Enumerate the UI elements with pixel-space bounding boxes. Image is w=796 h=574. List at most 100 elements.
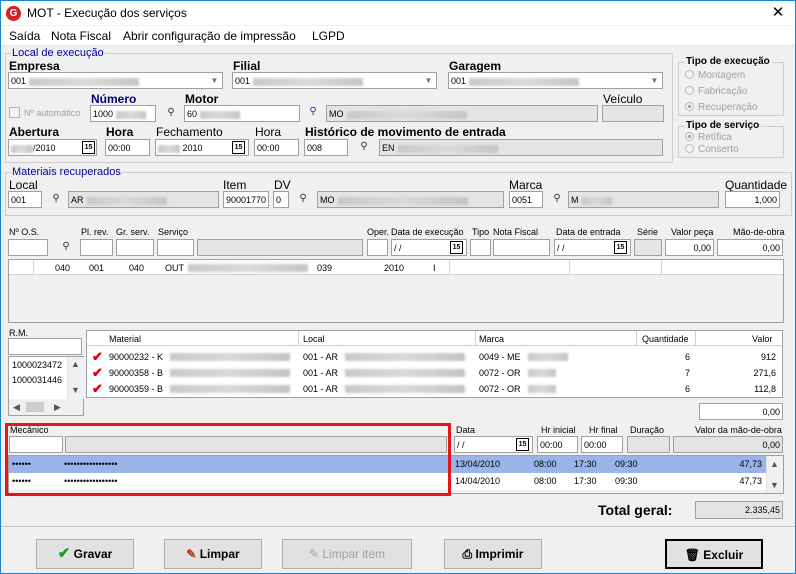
radio-conserto-label: Conserto: [698, 144, 739, 155]
nota-fiscal-input[interactable]: [493, 239, 550, 256]
hr-inicial-input[interactable]: 00:00: [537, 436, 578, 453]
scroll-up-icon[interactable]: ▲: [770, 459, 779, 469]
hora-abertura-input[interactable]: 00:00: [105, 139, 150, 156]
scroll-right-icon[interactable]: ▶: [54, 402, 61, 413]
marca-cell: 0049 - ME: [479, 352, 521, 362]
motor-input[interactable]: 60: [184, 105, 300, 122]
chevron-down-icon[interactable]: ▼: [208, 74, 221, 87]
limpar-item-button[interactable]: ✎ Limpar item: [282, 539, 412, 569]
dv-input[interactable]: 0: [273, 191, 289, 208]
gr-serv-input[interactable]: [116, 239, 154, 256]
duracao-input: [627, 436, 670, 453]
menu-abrir-config-impressao[interactable]: Abrir configuração de impressão: [123, 29, 296, 43]
filial-select[interactable]: 001 ▼: [232, 72, 437, 89]
hora-fechamento-label: Hora: [255, 125, 282, 139]
rm-input[interactable]: [8, 338, 82, 355]
menu-saida[interactable]: Saída: [9, 29, 40, 43]
calendar-icon[interactable]: 15: [516, 438, 529, 451]
gravar-label: Gravar: [73, 547, 113, 561]
binoculars-icon[interactable]: ⚲: [306, 106, 320, 118]
scroll-thumb[interactable]: [26, 402, 44, 412]
chevron-down-icon[interactable]: ▼: [422, 74, 435, 87]
historico-input[interactable]: 008: [304, 139, 348, 156]
gravar-button[interactable]: ✔ Gravar: [36, 539, 134, 569]
materials-table[interactable]: Material Local Marca Quantidade Valor ✔ …: [86, 330, 783, 398]
vertical-scrollbar[interactable]: ▲ ▼: [766, 456, 783, 493]
numero-automatico-checkbox[interactable]: [9, 107, 20, 118]
radio-montagem[interactable]: Montagem: [685, 70, 745, 81]
menu-lgpd[interactable]: LGPD: [312, 29, 345, 43]
marca-input[interactable]: 0051: [509, 191, 543, 208]
checkmark-icon[interactable]: ✔: [92, 382, 103, 395]
radio-recuperacao[interactable]: Recuperação: [685, 102, 757, 113]
scroll-down-icon[interactable]: ▼: [71, 385, 80, 395]
binoculars-icon[interactable]: ⚲: [550, 193, 564, 205]
scroll-left-icon[interactable]: ◀: [13, 402, 20, 413]
oper-input[interactable]: [367, 239, 388, 256]
table-row[interactable]: ✔ 90000359 - B 001 - AR 0072 - OR 6 112,…: [87, 382, 782, 398]
calendar-icon[interactable]: 15: [450, 241, 463, 254]
rm-list[interactable]: 1000023472 1000031446 ▲ ▼ ◀ ▶: [8, 356, 84, 416]
scroll-down-icon[interactable]: ▼: [770, 480, 779, 490]
valor-cell: 112,8: [754, 384, 776, 394]
local-input[interactable]: 001: [8, 191, 42, 208]
list-item[interactable]: 1000023472: [12, 360, 62, 370]
excluir-button[interactable]: 🗑 Excluir: [665, 539, 763, 569]
calendar-icon[interactable]: 15: [232, 141, 245, 154]
hr-final-input[interactable]: 00:00: [581, 436, 623, 453]
item-input[interactable]: 90001770: [223, 191, 269, 208]
imprimir-button[interactable]: ⎙ Imprimir: [444, 539, 542, 569]
data-entrada-header: Data de entrada: [556, 227, 621, 237]
window-title: MOT - Execução dos serviços: [27, 6, 187, 20]
excluir-label: Excluir: [703, 548, 744, 562]
pl-rev-input[interactable]: [80, 239, 113, 256]
horizontal-scrollbar[interactable]: ◀ ▶: [9, 399, 83, 415]
menu-nota-fiscal[interactable]: Nota Fiscal: [51, 29, 111, 43]
servico-grid[interactable]: 040 001 040 OUT 039 2010 I: [8, 259, 784, 323]
valor-header: Valor: [752, 334, 773, 344]
binoculars-icon[interactable]: ⚲: [164, 107, 178, 119]
table-row[interactable]: 040 001 040 OUT 039 2010 I: [9, 260, 783, 275]
checkmark-icon[interactable]: ✔: [92, 366, 103, 379]
column-divider: [449, 260, 450, 275]
table-row[interactable]: ✔ 90000358 - B 001 - AR 0072 - OR 7 271,…: [87, 366, 782, 382]
binoculars-icon[interactable]: ⚲: [49, 193, 63, 205]
close-icon[interactable]: ✕: [761, 1, 795, 25]
empresa-value: 001: [11, 76, 27, 86]
limpar-button[interactable]: ✎ Limpar: [164, 539, 262, 569]
radio-fabricacao[interactable]: Fabricação: [685, 86, 747, 97]
column-divider: [298, 331, 299, 346]
valor-peca-input[interactable]: 0,00: [665, 239, 714, 256]
veiculo-label: Veículo: [603, 92, 643, 106]
duracao-header: Duração: [630, 425, 665, 435]
imprimir-label: Imprimir: [475, 547, 524, 561]
quantidade-input[interactable]: 1,000: [725, 191, 780, 208]
calendar-icon[interactable]: 15: [614, 241, 627, 254]
servico-input[interactable]: [157, 239, 194, 256]
column-divider: [33, 260, 34, 275]
calendar-icon[interactable]: 15: [82, 141, 95, 154]
binoculars-icon[interactable]: ⚲: [59, 241, 73, 253]
radio-conserto[interactable]: Conserto: [685, 144, 739, 155]
binoculars-icon[interactable]: ⚲: [296, 193, 310, 205]
total-geral-label: Total geral:: [598, 502, 673, 518]
servico-cell-4: OUT: [165, 263, 184, 273]
radio-retifica[interactable]: Retífica: [685, 132, 732, 143]
garagem-select[interactable]: 001 ▼: [448, 72, 663, 89]
hora-fechamento-input[interactable]: 00:00: [254, 139, 299, 156]
material-cell: 90000232 - K: [109, 352, 164, 362]
os-input[interactable]: [8, 239, 48, 256]
os-header: Nº O.S.: [9, 227, 40, 237]
tipo-input[interactable]: [470, 239, 491, 256]
scroll-up-icon[interactable]: ▲: [71, 359, 80, 369]
marca-description: M: [568, 191, 719, 208]
empresa-select[interactable]: 001 ▼: [8, 72, 223, 89]
numero-input[interactable]: 1000: [90, 105, 156, 122]
vertical-scrollbar[interactable]: ▲ ▼: [67, 357, 84, 399]
chevron-down-icon[interactable]: ▼: [648, 74, 661, 87]
checkmark-icon[interactable]: ✔: [92, 350, 103, 363]
table-row[interactable]: ✔ 90000232 - K 001 - AR 0049 - ME 6 912: [87, 350, 782, 366]
binoculars-icon[interactable]: ⚲: [357, 141, 371, 153]
list-item[interactable]: 1000031446: [12, 375, 62, 385]
mao-obra-input[interactable]: 0,00: [717, 239, 783, 256]
